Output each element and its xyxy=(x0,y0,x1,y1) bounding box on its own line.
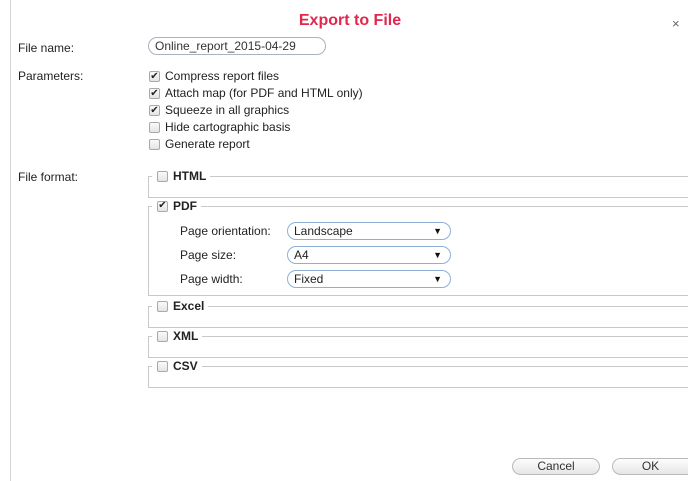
pdf-format-checkbox[interactable]: ✔ xyxy=(157,200,168,212)
page-width-select[interactable]: Fixed ▼ xyxy=(287,270,451,288)
page-size-value: A4 xyxy=(294,248,309,262)
page-width-value: Fixed xyxy=(294,272,324,286)
squeeze-graphics-checkbox[interactable]: ✔ xyxy=(149,105,160,116)
check-mark-icon: ✔ xyxy=(150,104,159,116)
csv-format-checkbox[interactable] xyxy=(157,360,168,372)
dropdown-arrow-icon: ▼ xyxy=(433,250,442,260)
excel-format-checkbox[interactable] xyxy=(157,300,168,312)
file-name-label: File name: xyxy=(18,41,75,55)
html-format-label: HTML xyxy=(173,169,207,183)
hide-cartographic-label: Hide cartographic basis xyxy=(165,120,291,134)
hide-cartographic-checkbox[interactable] xyxy=(149,122,160,133)
dropdown-arrow-icon: ▼ xyxy=(433,226,442,236)
export-dialog: Export to File × File name: Online_repor… xyxy=(0,0,688,481)
check-mark-icon: ✔ xyxy=(150,87,159,99)
dialog-left-border xyxy=(10,0,11,481)
attach-map-checkbox[interactable]: ✔ xyxy=(149,88,160,99)
page-orientation-value: Landscape xyxy=(294,224,353,238)
csv-format-label: CSV xyxy=(173,359,198,373)
page-width-label: Page width: xyxy=(180,272,243,286)
file-name-input[interactable]: Online_report_2015-04-29 xyxy=(148,37,326,55)
xml-format-label: XML xyxy=(173,329,199,343)
csv-format-group xyxy=(148,366,688,388)
excel-format-legend: Excel xyxy=(152,298,209,314)
dialog-title: Export to File xyxy=(298,12,402,29)
page-orientation-label: Page orientation: xyxy=(180,224,271,238)
xml-format-group xyxy=(148,336,688,358)
xml-format-legend: XML xyxy=(152,328,203,344)
attach-map-label: Attach map (for PDF and HTML only) xyxy=(165,86,363,100)
page-orientation-select[interactable]: Landscape ▼ xyxy=(287,222,451,240)
html-format-legend: HTML xyxy=(152,168,211,184)
page-size-label: Page size: xyxy=(180,248,237,262)
pdf-format-label: PDF xyxy=(173,199,197,213)
check-mark-icon: ✔ xyxy=(150,70,159,82)
compress-report-label: Compress report files xyxy=(165,69,280,83)
generate-report-checkbox[interactable] xyxy=(149,139,160,150)
excel-format-label: Excel xyxy=(173,299,205,313)
dropdown-arrow-icon: ▼ xyxy=(433,274,442,284)
parameters-label: Parameters: xyxy=(18,69,84,83)
check-mark-icon: ✔ xyxy=(158,200,167,211)
csv-format-legend: CSV xyxy=(152,358,202,374)
close-icon[interactable]: × xyxy=(672,17,680,30)
html-format-group xyxy=(148,176,688,198)
html-format-checkbox[interactable] xyxy=(157,170,168,182)
file-format-label: File format: xyxy=(18,170,79,184)
ok-button[interactable]: OK xyxy=(612,458,688,475)
pdf-format-legend: ✔ PDF xyxy=(152,198,201,214)
excel-format-group xyxy=(148,306,688,328)
compress-report-checkbox[interactable]: ✔ xyxy=(149,71,160,82)
squeeze-graphics-label: Squeeze in all graphics xyxy=(165,103,290,117)
generate-report-label: Generate report xyxy=(165,137,250,151)
xml-format-checkbox[interactable] xyxy=(157,330,168,342)
page-size-select[interactable]: A4 ▼ xyxy=(287,246,451,264)
cancel-button[interactable]: Cancel xyxy=(512,458,600,475)
